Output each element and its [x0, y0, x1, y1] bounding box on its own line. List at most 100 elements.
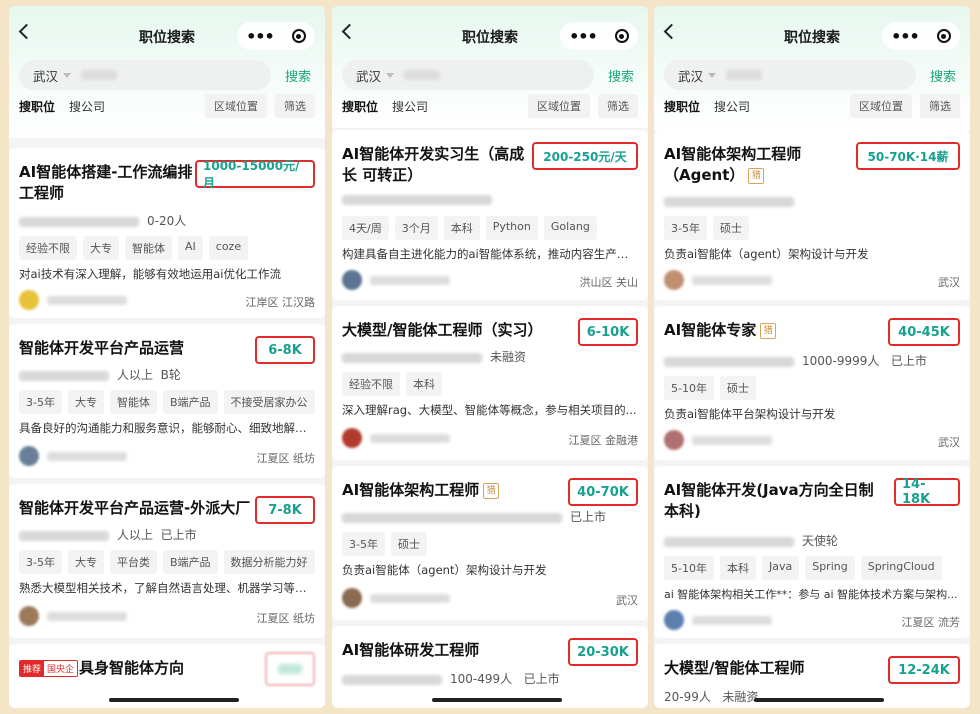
job-title: 具身智能体方向 — [79, 659, 185, 677]
job-title: AI智能体专家猎 — [664, 320, 777, 341]
home-indicator — [754, 698, 884, 702]
search-input[interactable] — [726, 70, 763, 80]
headhunter-badge: 猎 — [483, 483, 500, 499]
header: 职位搜索 ••• 武汉 搜索 搜职位 搜公司 区域位置 筛选 — [9, 6, 325, 138]
recruiter — [342, 428, 450, 448]
tag-list: 3-5年 硕士 — [342, 532, 433, 556]
avatar — [19, 290, 39, 310]
tab-search-job[interactable]: 搜职位 — [342, 98, 378, 115]
job-description: 对ai技术有深入理解，能够有效地运用ai优化工作流 — [19, 267, 281, 281]
tag: SpringCloud — [860, 556, 942, 580]
filter-area[interactable]: 区域位置 — [205, 94, 267, 118]
search-button[interactable]: 搜索 — [930, 66, 956, 85]
job-card[interactable]: AI智能体架构工程师猎 40-70K 已上市 3-5年 硕士 负责ai智能体（a… — [332, 466, 648, 620]
tag-list: 4天/周 3个月 本科 Python Golang — [342, 216, 603, 240]
recruiter — [19, 606, 127, 626]
more-dots-icon[interactable]: ••• — [569, 27, 598, 46]
recruiter — [19, 446, 127, 466]
tag: 5-10年 — [664, 376, 714, 400]
filter-bar: 搜职位 搜公司 区域位置 筛选 — [654, 94, 970, 118]
search-button[interactable]: 搜索 — [285, 66, 311, 85]
tab-search-job[interactable]: 搜职位 — [664, 98, 700, 115]
record-icon[interactable] — [291, 29, 306, 43]
tag: 3-5年 — [664, 216, 707, 240]
search-input[interactable] — [81, 70, 118, 80]
tag: Python — [485, 216, 538, 240]
job-location: 武汉 — [938, 276, 960, 289]
filter-more[interactable]: 筛选 — [275, 94, 315, 118]
job-card[interactable]: AI智能体架构工程师（Agent）猎 50-70K·14薪 3-5年 硕士 负责… — [654, 130, 970, 300]
job-description: 负责ai智能体平台架构设计与开发 — [664, 407, 836, 421]
filter-more[interactable]: 筛选 — [920, 94, 960, 118]
tag: 3-5年 — [342, 532, 385, 556]
search-bar[interactable]: 武汉 — [342, 60, 594, 90]
filter-area[interactable]: 区域位置 — [850, 94, 912, 118]
search-button[interactable]: 搜索 — [608, 66, 634, 85]
tag: coze — [208, 236, 249, 260]
job-title: AI智能体搭建-工作流编排工程师 — [19, 163, 193, 202]
job-card[interactable]: AI智能体搭建-工作流编排工程师 1000-15000元/月 0-20人 经验不… — [9, 148, 325, 318]
salary: 6-8K — [255, 336, 315, 364]
job-card[interactable]: 智能体开发平台产品运营 6-8K 人以上 B轮 3-5年 大专 智能体 B端产品… — [9, 324, 325, 478]
job-description: 具备良好的沟通能力和服务意识，能够耐心、细致地解答... — [19, 421, 315, 435]
avatar — [664, 430, 684, 450]
mini-program-capsule: ••• — [560, 22, 638, 50]
job-description: 构建具备自主进化能力的ai智能体系统，推动内容生产、... — [342, 247, 638, 261]
tag: 4天/周 — [342, 216, 389, 240]
salary: 40-70K — [568, 478, 638, 506]
avatar — [342, 270, 362, 290]
job-location: 武汉 — [616, 594, 638, 607]
mini-program-capsule: ••• — [882, 22, 960, 50]
salary: 12-24K — [888, 656, 960, 684]
job-location: 江岸区 江汉路 — [245, 296, 316, 309]
tag-list: 5-10年 本科 Java Spring SpringCloud — [664, 556, 948, 580]
salary — [265, 652, 315, 686]
job-card[interactable]: AI智能体专家猎 40-45K 1000-9999人 已上市 5-10年 硕士 … — [654, 306, 970, 460]
more-dots-icon[interactable]: ••• — [246, 27, 275, 46]
tag: 经验不限 — [19, 236, 77, 260]
tab-search-job[interactable]: 搜职位 — [19, 98, 55, 115]
phone-screen-3: 职位搜索 ••• 武汉 搜索 搜职位 搜公司 区域位置 筛选 AI智能体架构工程… — [654, 6, 970, 708]
job-card[interactable]: AI智能体研发工程师 20-30K 100-499人 已上市 — [332, 626, 648, 708]
tag: 不接受居家办公 — [223, 390, 315, 414]
search-bar[interactable]: 武汉 — [19, 60, 271, 90]
salary: 200-250元/天 — [532, 142, 638, 170]
salary: 1000-15000元/月 — [195, 159, 315, 190]
filter-area[interactable]: 区域位置 — [528, 94, 590, 118]
tag: 智能体 — [109, 390, 157, 414]
recruiter — [342, 270, 450, 290]
company-info: 人以上 已上市 — [19, 526, 197, 543]
job-title: AI智能体架构工程师（Agent）猎 — [664, 145, 802, 184]
job-card[interactable]: AI智能体开发实习生（高成长 可转正） 200-250元/天 4天/周 3个月 … — [332, 130, 648, 300]
record-icon[interactable] — [936, 29, 951, 43]
search-input[interactable] — [404, 70, 441, 80]
job-title: 大模型/智能体工程师（实习） — [342, 321, 543, 339]
job-card[interactable]: 智能体开发平台产品运营-外派大厂 7-8K 人以上 已上市 3-5年 大专 平台… — [9, 484, 325, 638]
tab-search-company[interactable]: 搜公司 — [714, 98, 750, 115]
record-icon[interactable] — [614, 29, 629, 43]
salary: 6-10K — [578, 318, 638, 346]
company-info: 天使轮 — [664, 532, 838, 549]
more-dots-icon[interactable]: ••• — [891, 27, 920, 46]
home-indicator — [432, 698, 562, 702]
header: 职位搜索 ••• 武汉 搜索 搜职位 搜公司 区域位置 筛选 — [332, 6, 648, 128]
company-info — [664, 194, 802, 208]
job-card[interactable]: AI智能体开发(Java方向全日制本科) 14-18K 天使轮 5-10年 本科… — [654, 466, 970, 638]
tag: 硕士 — [712, 216, 749, 240]
tag: 本科 — [406, 372, 442, 396]
job-title: AI智能体开发实习生（高成长 可转正） — [342, 145, 525, 184]
filter-more[interactable]: 筛选 — [598, 94, 638, 118]
job-description: 熟悉大模型相关技术，了解自然语言处理、机器学习等基... — [19, 581, 315, 595]
tag: 硕士 — [390, 532, 427, 556]
job-card[interactable]: 大模型/智能体工程师（实习） 6-10K 未融资 经验不限 本科 深入理解rag… — [332, 306, 648, 460]
tab-search-company[interactable]: 搜公司 — [392, 98, 428, 115]
search-bar[interactable]: 武汉 — [664, 60, 916, 90]
job-location: 江夏区 流芳 — [901, 616, 961, 629]
city-selector[interactable]: 武汉 — [33, 66, 58, 85]
salary: 14-18K — [894, 477, 960, 507]
city-selector[interactable]: 武汉 — [678, 66, 703, 85]
city-selector[interactable]: 武汉 — [356, 66, 381, 85]
home-indicator — [109, 698, 239, 702]
tab-search-company[interactable]: 搜公司 — [69, 98, 105, 115]
avatar — [19, 606, 39, 626]
